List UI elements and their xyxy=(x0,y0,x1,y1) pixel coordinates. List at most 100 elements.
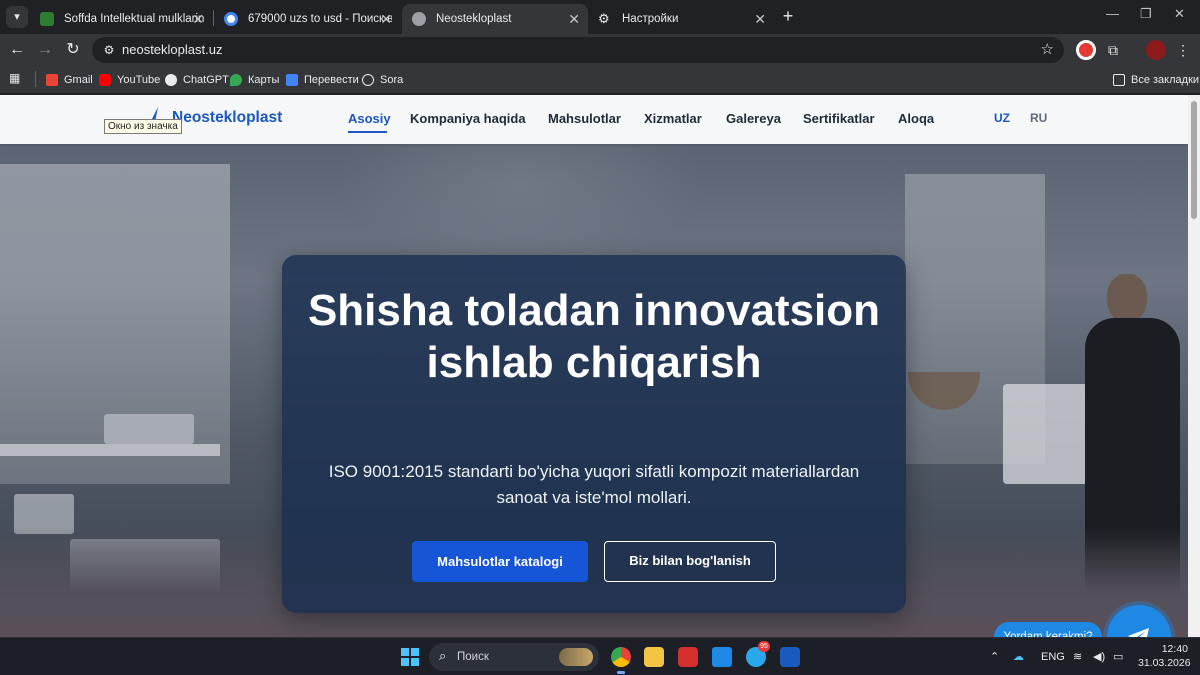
globe-favicon xyxy=(412,12,426,26)
tab-soffda[interactable]: Soffda Intellektual mulklaringiz ✕ xyxy=(30,4,212,34)
system-clock[interactable]: 12:40 31.03.2026 xyxy=(1138,642,1191,670)
clock-time: 12:40 xyxy=(1161,643,1188,655)
bookmark-translate[interactable]: Перевести xyxy=(286,71,359,89)
folder-icon xyxy=(1113,74,1125,86)
new-tab-button[interactable]: + xyxy=(778,5,798,27)
back-arrow-icon[interactable]: ← xyxy=(6,39,28,61)
vscode-icon[interactable] xyxy=(712,647,732,667)
page-scrollbar[interactable] xyxy=(1188,95,1200,637)
window-close-icon[interactable]: ✕ xyxy=(1174,6,1185,22)
catalog-button[interactable]: Mahsulotlar katalogi xyxy=(412,541,588,582)
bookmark-maps[interactable]: Карты xyxy=(230,71,279,89)
clock-date: 31.03.2026 xyxy=(1138,657,1191,669)
minimize-icon[interactable]: — xyxy=(1106,6,1119,21)
battery-icon[interactable]: ▭ xyxy=(1113,638,1123,675)
nav-active-indicator xyxy=(348,131,387,133)
bookmark-label: Все закладки xyxy=(1131,74,1200,86)
word-icon[interactable] xyxy=(780,647,800,667)
bookmark-label: Sora xyxy=(380,74,404,86)
bookmark-youtube[interactable]: YouTube xyxy=(99,71,160,89)
tooltip: Окно из значка xyxy=(104,119,182,134)
nav-about[interactable]: Kompaniya haqida xyxy=(410,111,526,126)
tab-title: Neostekloplast xyxy=(436,13,512,25)
nav-certificates[interactable]: Sertifikatlar xyxy=(803,111,875,126)
chatgpt-icon xyxy=(165,74,177,86)
maximize-icon[interactable]: ❐ xyxy=(1140,6,1152,22)
bookmark-sora[interactable]: Sora xyxy=(362,71,403,89)
tab-settings[interactable]: ⚙ Настройки ✕ xyxy=(588,4,774,34)
translate-icon xyxy=(286,74,298,86)
all-bookmarks-folder[interactable]: Все закладки xyxy=(1113,71,1199,89)
bookmark-star-icon[interactable]: ☆ xyxy=(1041,37,1054,63)
profile-avatar[interactable] xyxy=(1146,40,1166,60)
search-icon: ⌕ xyxy=(439,648,447,663)
site-info-icon[interactable]: ⚙ xyxy=(100,41,118,59)
bookmark-label: Карты xyxy=(248,74,280,86)
tab-search-button[interactable]: ▾ xyxy=(6,6,28,28)
address-url[interactable]: neostekloplast.uz xyxy=(122,37,222,63)
site-header: Neostekloplast Окно из значка Asosiy Kom… xyxy=(0,95,1188,144)
extensions-puzzle-icon[interactable]: ⧉ xyxy=(1102,39,1124,61)
help-bubble[interactable]: Yordam kerakmi? xyxy=(994,622,1102,637)
bookmark-chatgpt[interactable]: ChatGPT xyxy=(165,71,229,89)
bookmark-gmail[interactable]: Gmail xyxy=(46,71,93,89)
tab-google-search[interactable]: 679000 uzs to usd - Поиск в Go ✕ xyxy=(214,4,400,34)
page-viewport: Neostekloplast Окно из значка Asosiy Kom… xyxy=(0,95,1188,637)
tab-title: Настройки xyxy=(622,13,679,25)
nav-gallery[interactable]: Galereya xyxy=(726,111,781,126)
search-highlight-image xyxy=(559,648,593,666)
nav-services[interactable]: Xizmatlar xyxy=(644,111,702,126)
tab-title: Soffda Intellektual mulklaringiz xyxy=(64,13,204,25)
bookmark-label: Перевести xyxy=(304,74,359,86)
contact-us-button[interactable]: Biz bilan bog'lanish xyxy=(604,541,776,582)
hero-title: Shisha toladan innovatsion ishlab chiqar… xyxy=(307,286,881,387)
close-icon[interactable]: ✕ xyxy=(192,7,204,31)
google-favicon xyxy=(224,12,238,26)
bookmark-label: Gmail xyxy=(64,74,93,86)
language-ru[interactable]: RU xyxy=(1030,111,1047,125)
input-language[interactable]: ENG xyxy=(1041,638,1065,675)
onedrive-icon[interactable]: ☁ xyxy=(1013,638,1024,675)
scrollbar-thumb[interactable] xyxy=(1191,101,1197,219)
language-uz[interactable]: UZ xyxy=(994,111,1010,125)
chevron-up-icon[interactable]: ⌃ xyxy=(990,638,999,675)
volume-icon[interactable]: ◀) xyxy=(1093,638,1105,675)
file-explorer-icon[interactable] xyxy=(644,647,664,667)
apps-grid-icon[interactable]: ▦ xyxy=(9,71,20,85)
hero-section: Shisha toladan innovatsion ishlab chiqar… xyxy=(0,144,1188,637)
notification-badge: 95 xyxy=(758,641,770,652)
tab-strip: ▾ Soffda Intellektual mulklaringiz ✕ 679… xyxy=(0,0,1200,34)
maps-icon xyxy=(230,74,242,86)
tab-neostekloplast[interactable]: Neostekloplast ✕ xyxy=(402,4,588,34)
nav-contact[interactable]: Aloqa xyxy=(898,111,934,126)
gmail-icon xyxy=(46,74,58,86)
gear-favicon: ⚙ xyxy=(598,11,610,26)
nav-home[interactable]: Asosiy xyxy=(348,111,391,126)
close-icon[interactable]: ✕ xyxy=(380,7,392,31)
windows-taskbar: ⌕ Поиск 95 ⌃ ☁ ENG ≋ ◀) ▭ 12:40 31.03.20… xyxy=(0,637,1200,675)
site-logo-text[interactable]: Neostekloplast xyxy=(172,109,282,127)
youtube-icon xyxy=(99,74,111,86)
taskbar-search[interactable]: ⌕ Поиск xyxy=(429,643,599,671)
browser-toolbar: ← → ↻ ⚙ neostekloplast.uz ☆ ⧉ ⋮ xyxy=(0,34,1200,66)
sora-icon xyxy=(362,74,374,86)
close-icon[interactable]: ✕ xyxy=(754,7,766,31)
chrome-icon[interactable] xyxy=(611,647,631,667)
telegram-icon xyxy=(1128,628,1149,637)
bookmark-label: YouTube xyxy=(117,74,161,86)
hero-subtitle: ISO 9001:2015 standarti bo'yicha yuqori … xyxy=(328,462,860,507)
soffda-favicon xyxy=(40,12,54,26)
more-menu-icon[interactable]: ⋮ xyxy=(1172,39,1194,61)
reload-icon[interactable]: ↻ xyxy=(62,39,84,61)
address-bar[interactable]: ⚙ neostekloplast.uz ☆ xyxy=(92,37,1064,63)
hero-card: Shisha toladan innovatsion ishlab chiqar… xyxy=(282,255,906,613)
taskbar-search-placeholder: Поиск xyxy=(457,651,489,663)
close-icon[interactable]: ✕ xyxy=(568,7,580,31)
tab-title: 679000 uzs to usd - Поиск в Go xyxy=(248,13,392,25)
opera-extension-icon[interactable] xyxy=(1076,40,1096,60)
nav-products[interactable]: Mahsulotlar xyxy=(548,111,621,126)
windows-start-icon[interactable] xyxy=(400,647,420,667)
forward-arrow-icon[interactable]: → xyxy=(34,39,56,61)
wps-office-icon[interactable] xyxy=(678,647,698,667)
wifi-icon[interactable]: ≋ xyxy=(1073,638,1082,675)
